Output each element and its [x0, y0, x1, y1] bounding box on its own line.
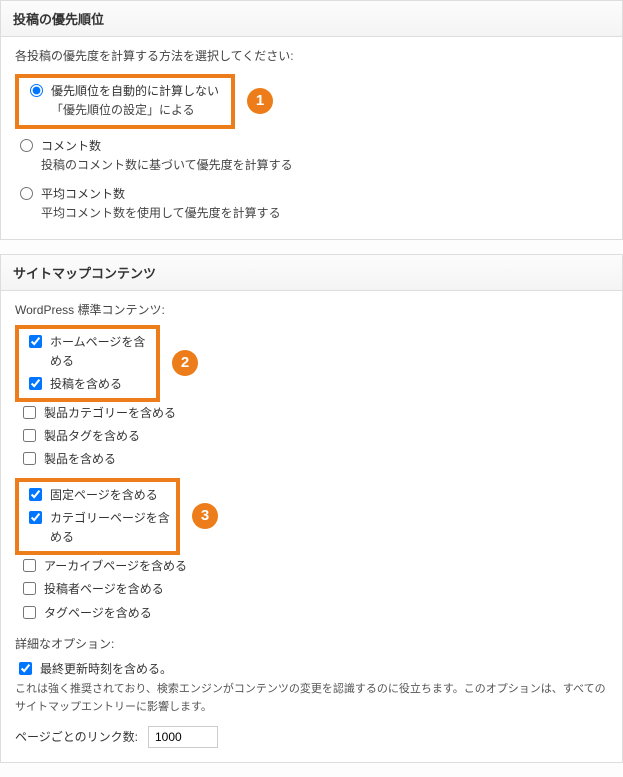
check-prodtag[interactable]: 製品タグを含める	[19, 425, 608, 448]
check-prodtag-input[interactable]	[23, 429, 36, 442]
radio-option-comments[interactable]: コメント数 投稿のコメント数に基づいて優先度を計算する	[15, 135, 608, 177]
annotation-badge-2: 2	[172, 350, 198, 376]
check-categories-label: カテゴリーページを含める	[50, 509, 170, 547]
check-pages[interactable]: 固定ページを含める	[25, 484, 170, 507]
check-prodcat[interactable]: 製品カテゴリーを含める	[19, 402, 608, 425]
highlight-box-1: 優先順位を自動的に計算しない 「優先順位の設定」による	[15, 74, 235, 128]
priority-desc: 各投稿の優先度を計算する方法を選択してください:	[15, 47, 608, 66]
check-posts-label: 投稿を含める	[50, 375, 122, 394]
check-author[interactable]: 投稿者ページを含める	[19, 578, 608, 601]
check-author-input[interactable]	[23, 582, 36, 595]
check-tags[interactable]: タグページを含める	[19, 602, 608, 625]
check-lastmod[interactable]: 最終更新時刻を含める。	[15, 658, 608, 681]
links-per-page-input[interactable]	[148, 726, 218, 748]
std-content-label: WordPress 標準コンテンツ:	[15, 301, 608, 320]
check-homepage-input[interactable]	[29, 335, 42, 348]
check-archive-input[interactable]	[23, 559, 36, 572]
sitemap-body: WordPress 標準コンテンツ: ホームページを含める 投稿を含める 2	[1, 291, 622, 762]
links-per-page-label: ページごとのリンク数:	[15, 728, 138, 747]
highlight-box-2: ホームページを含める 投稿を含める	[15, 325, 160, 403]
check-pages-label: 固定ページを含める	[50, 486, 158, 505]
radio-option-avg[interactable]: 平均コメント数 平均コメント数を使用して優先度を計算する	[15, 183, 608, 225]
radio-option-auto[interactable]: 優先順位を自動的に計算しない 「優先順位の設定」による	[25, 80, 225, 122]
check-categories[interactable]: カテゴリーページを含める	[25, 507, 170, 549]
sitemap-title: サイトマップコンテンツ	[1, 255, 622, 291]
radio-avg-label: 平均コメント数	[41, 187, 125, 201]
check-product[interactable]: 製品を含める	[19, 448, 608, 471]
check-author-label: 投稿者ページを含める	[44, 580, 164, 599]
check-product-input[interactable]	[23, 452, 36, 465]
check-prodtag-label: 製品タグを含める	[44, 427, 140, 446]
check-posts[interactable]: 投稿を含める	[25, 373, 150, 396]
radio-avg-sub: 平均コメント数を使用して優先度を計算する	[41, 206, 281, 220]
priority-title: 投稿の優先順位	[1, 1, 622, 37]
check-homepage-label: ホームページを含める	[50, 333, 150, 371]
radio-comments-label: コメント数	[41, 139, 101, 153]
check-prodcat-label: 製品カテゴリーを含める	[44, 404, 176, 423]
check-prodcat-input[interactable]	[23, 406, 36, 419]
priority-section: 投稿の優先順位 各投稿の優先度を計算する方法を選択してください: 優先順位を自動…	[0, 0, 623, 240]
check-lastmod-label: 最終更新時刻を含める。	[40, 660, 172, 679]
check-posts-input[interactable]	[29, 377, 42, 390]
check-archive[interactable]: アーカイブページを含める	[19, 555, 608, 578]
radio-auto-input[interactable]	[30, 84, 43, 97]
check-categories-input[interactable]	[29, 511, 42, 524]
check-archive-label: アーカイブページを含める	[44, 557, 187, 576]
sitemap-section: サイトマップコンテンツ WordPress 標準コンテンツ: ホームページを含め…	[0, 254, 623, 763]
radio-auto-label: 優先順位を自動的に計算しない	[51, 84, 219, 98]
annotation-badge-3: 3	[192, 503, 218, 529]
annotation-badge-1: 1	[247, 88, 273, 114]
adv-note: これは強く推奨されており、検索エンジンがコンテンツの変更を認識するのに役立ちます…	[15, 681, 608, 716]
check-product-label: 製品を含める	[44, 450, 116, 469]
highlight-box-3: 固定ページを含める カテゴリーページを含める	[15, 478, 180, 556]
check-tags-input[interactable]	[23, 606, 36, 619]
adv-options-label: 詳細なオプション:	[15, 635, 608, 654]
check-pages-input[interactable]	[29, 488, 42, 501]
priority-body: 各投稿の優先度を計算する方法を選択してください: 優先順位を自動的に計算しない …	[1, 37, 622, 239]
radio-avg-input[interactable]	[20, 187, 33, 200]
check-tags-label: タグページを含める	[44, 604, 152, 623]
check-homepage[interactable]: ホームページを含める	[25, 331, 150, 373]
check-lastmod-input[interactable]	[19, 662, 32, 675]
radio-comments-sub: 投稿のコメント数に基づいて優先度を計算する	[41, 158, 293, 172]
radio-auto-sub: 「優先順位の設定」による	[51, 103, 195, 117]
radio-comments-input[interactable]	[20, 139, 33, 152]
